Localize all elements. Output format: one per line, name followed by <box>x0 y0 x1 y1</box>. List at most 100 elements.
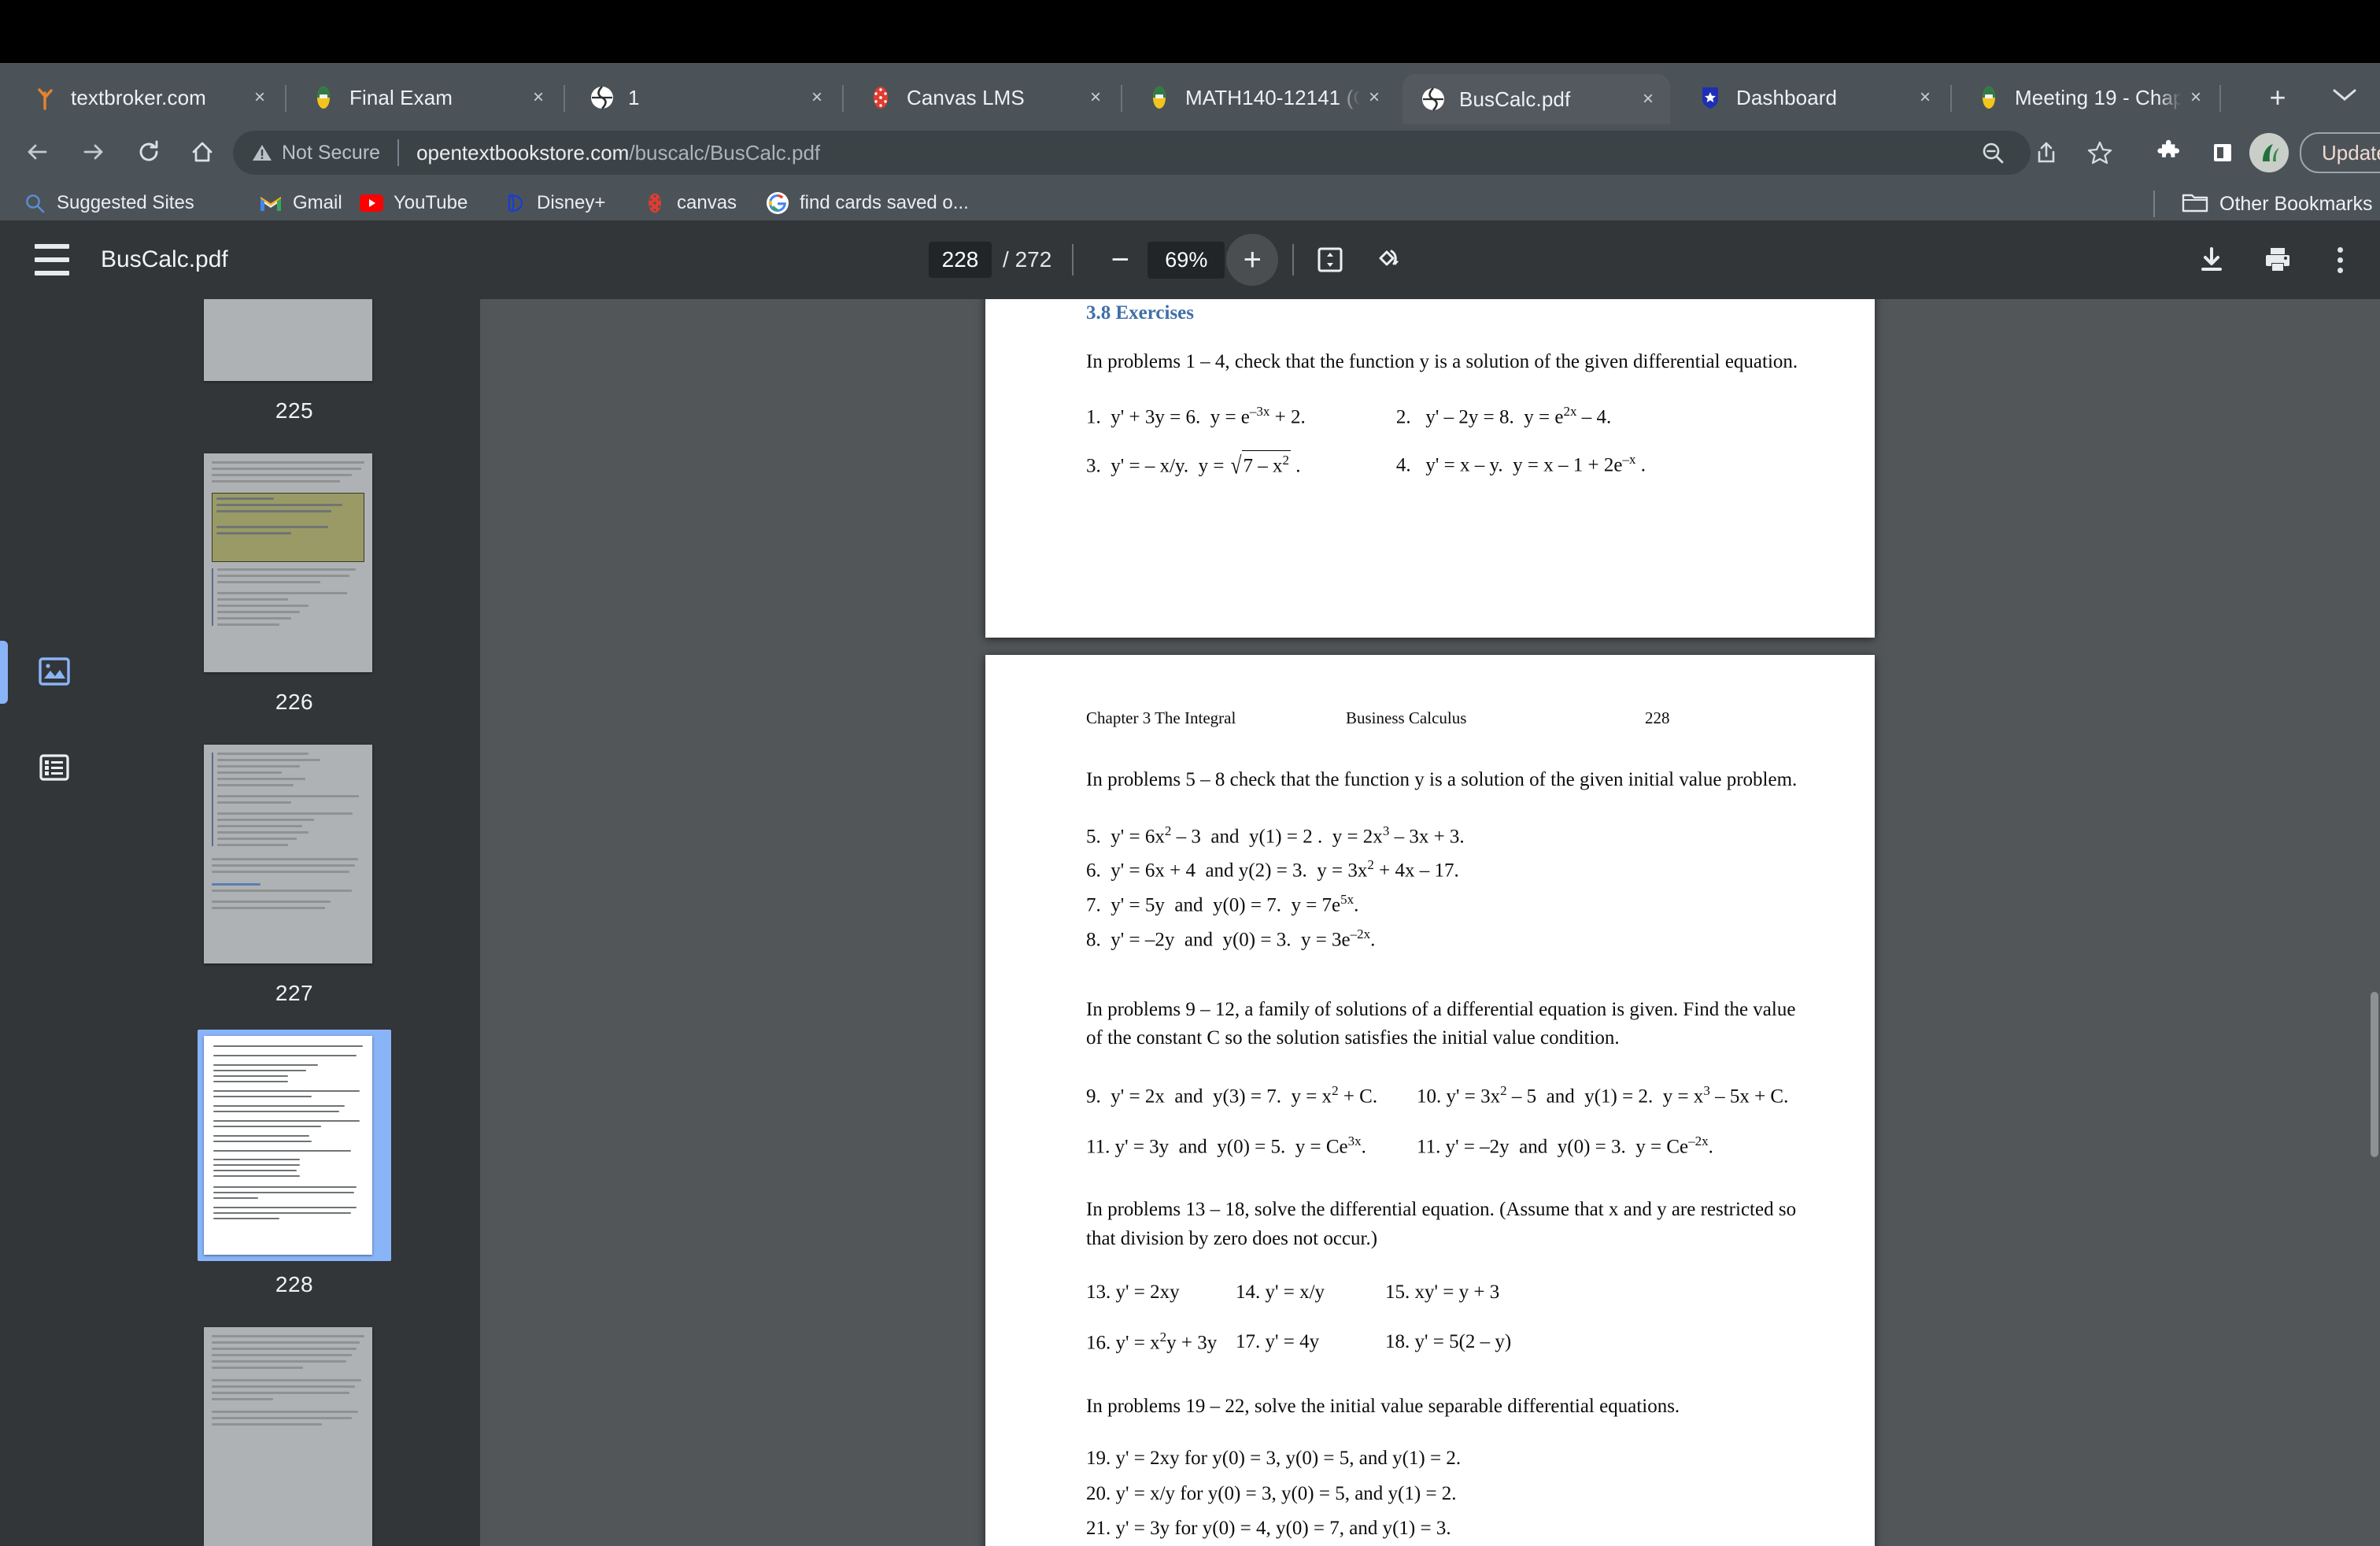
avatar[interactable] <box>2249 133 2289 172</box>
exercise-5: 5. y' = 6x2 – 3 and y(1) = 2 . y = 2x3 –… <box>1086 823 1465 847</box>
pdf-scrollbar[interactable] <box>2369 299 2380 1546</box>
thumbnail-page-number: 225 <box>275 398 314 423</box>
shield-star-icon <box>1697 84 1724 111</box>
exercise-6: 6. y' = 6x + 4 and y(2) = 3. y = 3x2 + 4… <box>1086 857 1459 882</box>
running-head-right: 228 <box>1645 708 1670 727</box>
share-icon[interactable] <box>2024 131 2068 175</box>
pdf-page-zoom-controls: 228 / 272 − 69% + <box>929 220 1410 299</box>
pdf-thumbnail-pane[interactable]: 225 226 227 228 <box>109 299 480 1546</box>
forward-icon[interactable] <box>71 129 116 175</box>
exercise-intro: In problems 1 – 4, check that the functi… <box>1086 351 1798 372</box>
cliffsnotes-icon <box>1146 84 1173 111</box>
page-number-input[interactable]: 228 <box>929 242 992 278</box>
bookmark-label: canvas <box>677 192 737 213</box>
bookmark-suggested-sites[interactable]: Suggested Sites <box>14 186 202 220</box>
pdf-globe-icon <box>1420 86 1447 113</box>
reload-icon[interactable] <box>126 129 172 175</box>
bookmark-label: YouTube <box>394 192 468 213</box>
thumbnail-frame[interactable] <box>198 1321 391 1546</box>
navigation-bar: Not Secure opentextbookstore.com/buscalc… <box>0 124 2380 181</box>
pdf-more-menu-icon[interactable] <box>2322 242 2358 277</box>
close-icon[interactable]: × <box>1911 83 1939 112</box>
bookmark-label: find cards saved o... <box>800 192 969 213</box>
close-icon[interactable]: × <box>1360 83 1388 112</box>
bookmark-find-cards[interactable]: find cards saved o... <box>757 186 977 220</box>
exercise-18: 18. y' = 5(2 – y) <box>1385 1330 1512 1352</box>
tab-strip: textbroker.com × Final Exam × 1 × Canvas… <box>0 63 2380 124</box>
browser-tab-1[interactable]: 1 × <box>571 71 839 124</box>
address-bar[interactable]: Not Secure opentextbookstore.com/buscalc… <box>233 131 2031 175</box>
exercise-9: 9. y' = 2x and y(3) = 7. y = x2 + C. <box>1086 1082 1378 1108</box>
browser-tab-meeting-19[interactable]: Meeting 19 - Chapt × <box>1958 71 2218 124</box>
not-secure-indicator[interactable]: Not Secure <box>252 142 380 165</box>
bookmark-label: Disney+ <box>537 192 606 213</box>
url-domain: opentextbookstore.com <box>416 140 630 165</box>
tab-label: 1 <box>628 85 640 109</box>
thumbnail-item[interactable]: 227 <box>109 738 480 1020</box>
thumbnails-view-icon[interactable] <box>31 649 77 694</box>
browser-tab-math140[interactable]: MATH140-12141 (O × <box>1129 71 1396 124</box>
browser-tab-dashboard[interactable]: Dashboard × <box>1680 71 1947 124</box>
exercise-20: 20. y' = x/y for y(0) = 3, y(0) = 5, and… <box>1086 1482 1457 1504</box>
print-icon[interactable] <box>2256 238 2300 282</box>
bookmark-star-icon[interactable] <box>2078 131 2122 175</box>
textbroker-icon <box>31 84 58 111</box>
thumbnail-item[interactable]: 225 <box>109 299 480 438</box>
outline-view-icon[interactable] <box>31 745 77 790</box>
close-icon[interactable]: × <box>1634 85 1662 113</box>
home-icon[interactable] <box>179 129 225 175</box>
bookmark-youtube[interactable]: YouTube <box>351 186 475 220</box>
extensions-puzzle-icon[interactable] <box>2147 131 2191 175</box>
thumbnail-item-selected[interactable]: 228 <box>109 1030 480 1311</box>
download-icon[interactable] <box>2190 238 2234 282</box>
toolbar-divider <box>1072 244 1074 276</box>
browser-chrome: textbroker.com × Final Exam × 1 × Canvas… <box>0 63 2380 220</box>
thumbnail-preview <box>204 1036 372 1255</box>
bookmark-disneyplus[interactable]: Disney+ <box>494 186 613 220</box>
pdf-scrollbar-thumb[interactable] <box>2371 992 2378 1157</box>
browser-tab-textbroker[interactable]: textbroker.com × <box>14 71 282 124</box>
other-bookmarks-button[interactable]: Other Bookmarks <box>2182 187 2373 220</box>
new-tab-button[interactable]: + <box>2262 83 2293 115</box>
thumbnail-frame[interactable] <box>198 299 391 387</box>
thumbnail-frame-selected[interactable] <box>198 1030 391 1261</box>
update-button[interactable]: Update <box>2300 132 2380 173</box>
zoom-out-page-icon[interactable] <box>1971 131 2015 175</box>
back-icon[interactable] <box>14 129 60 175</box>
exercise-14: 14. y' = x/y <box>1236 1282 1325 1304</box>
thumbnail-item[interactable]: 226 <box>109 447 480 729</box>
close-icon[interactable]: × <box>803 83 831 112</box>
pdf-document-viewport[interactable]: 3.8 Exercises In problems 1 – 4, check t… <box>480 299 2380 1546</box>
close-icon[interactable]: × <box>2182 83 2210 112</box>
close-icon[interactable]: × <box>246 83 274 112</box>
zoom-out-button[interactable]: − <box>1094 234 1146 286</box>
canvas-icon <box>867 84 894 111</box>
browser-tab-buscalc-active[interactable]: BusCalc.pdf × <box>1402 74 1670 124</box>
close-icon[interactable]: × <box>524 83 552 112</box>
exercise-17: 17. y' = 4y <box>1236 1330 1320 1352</box>
close-icon[interactable]: × <box>1081 83 1110 112</box>
tab-search-chevron-icon[interactable] <box>2331 87 2358 106</box>
tab-separator <box>1950 85 1952 112</box>
sidebar-toggle-icon[interactable] <box>35 244 69 276</box>
rotate-icon[interactable] <box>1366 238 1410 282</box>
fit-page-icon[interactable] <box>1308 238 1352 282</box>
sidepanel-icon[interactable] <box>2201 131 2245 175</box>
exercise-2: 2. y' – 2y = 8. y = e2x – 4. <box>1395 403 1612 427</box>
bookmark-canvas[interactable]: canvas <box>634 186 745 220</box>
zoom-in-button[interactable]: + <box>1226 234 1279 286</box>
page-total-label: / 272 <box>1003 247 1051 272</box>
thumbnail-frame[interactable] <box>198 738 391 970</box>
thumbnail-frame[interactable] <box>198 447 391 679</box>
bookmark-gmail[interactable]: Gmail <box>250 186 350 220</box>
browser-tab-final-exam[interactable]: Final Exam × <box>293 71 560 124</box>
page-separator: / <box>1003 247 1009 272</box>
exercise-21: 21. y' = 3y for y(0) = 4, y(0) = 7, and … <box>1086 1518 1451 1540</box>
pdf-page-227: 3.8 Exercises In problems 1 – 4, check t… <box>985 299 1875 638</box>
intro-13-18: In problems 13 – 18, solve the different… <box>1086 1199 1797 1249</box>
tab-label: textbroker.com <box>71 85 206 109</box>
intro-19-22: In problems 19 – 22, solve the initial v… <box>1086 1395 1680 1417</box>
browser-tab-canvas-lms[interactable]: Canvas LMS × <box>850 71 1118 124</box>
thumbnail-item[interactable]: 229 <box>109 1321 480 1546</box>
tab-separator <box>2219 85 2221 112</box>
